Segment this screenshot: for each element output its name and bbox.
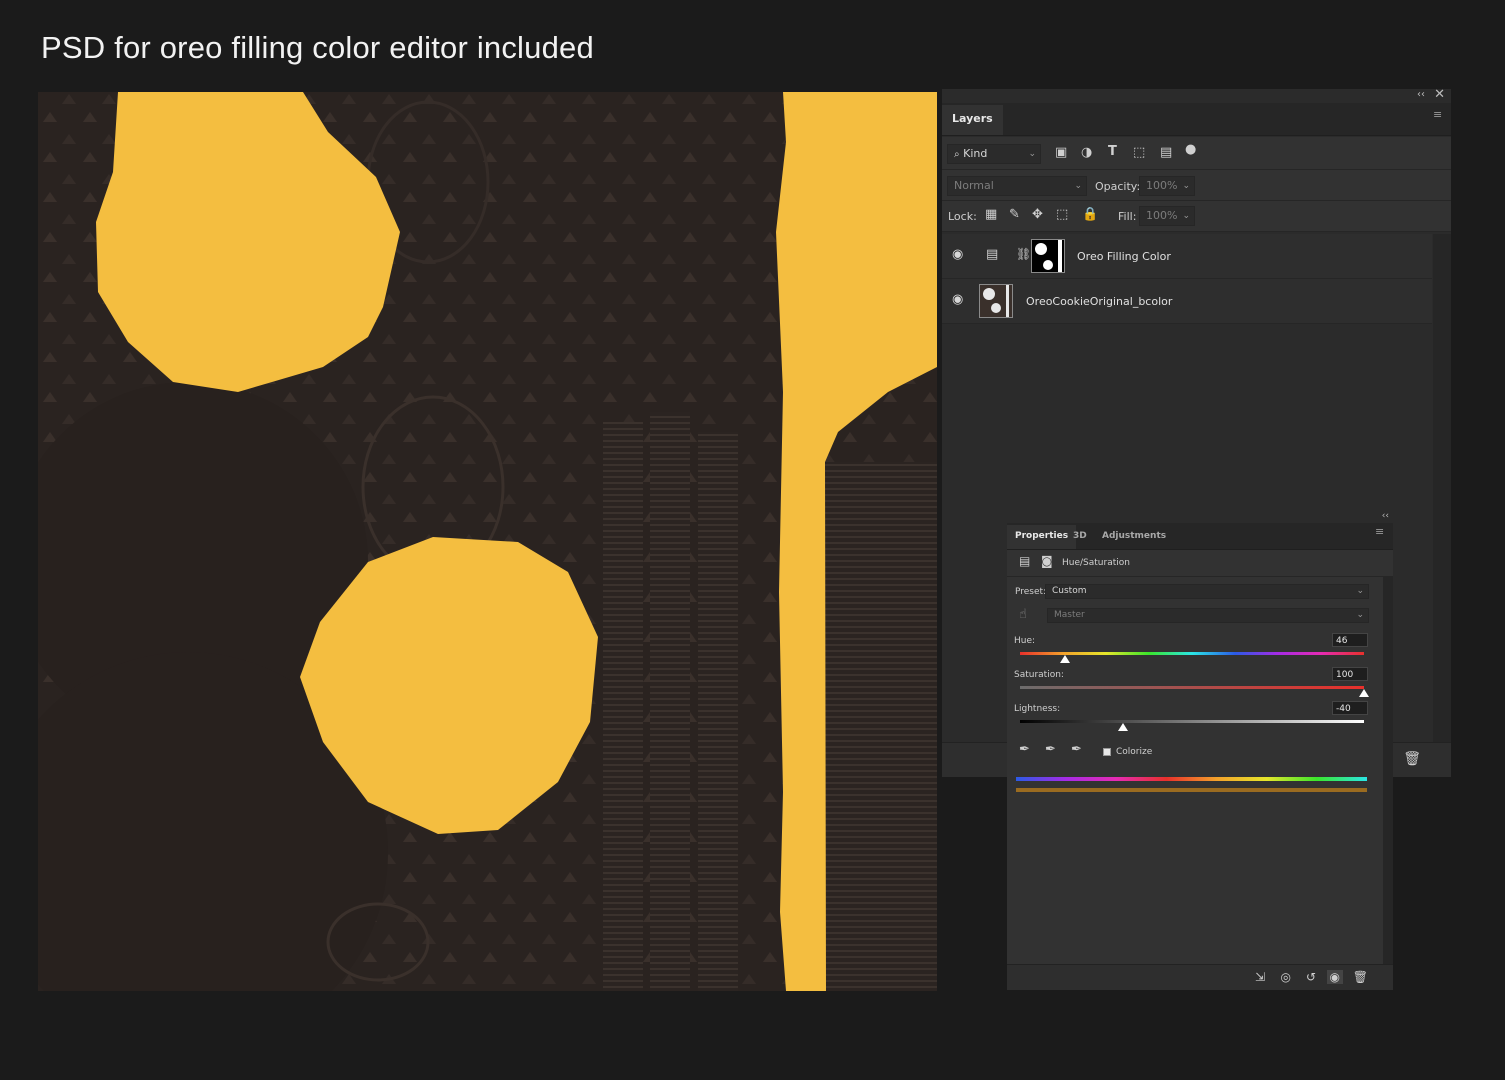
smart-object-filter-icon[interactable]: ▤ <box>1160 145 1172 160</box>
preset-value: Custom <box>1052 586 1087 596</box>
fill-field[interactable]: 100% ⌄ <box>1139 206 1195 226</box>
layer-mask-thumbnail[interactable] <box>1031 239 1065 273</box>
properties-bottom-bar: ⇲ ◎ ↺ ◉ 🗑 <box>1007 964 1393 990</box>
preset-dropdown[interactable]: Custom ⌄ <box>1045 584 1369 599</box>
adjustment-filter-icon[interactable]: ◑ <box>1081 145 1092 160</box>
lock-transparency-icon[interactable]: ▦ <box>985 207 997 222</box>
link-icon[interactable]: ⛓ <box>1016 247 1031 261</box>
tab-3d[interactable]: 3D <box>1065 525 1095 549</box>
collapse-icon[interactable]: ‹‹ <box>1382 511 1389 521</box>
output-color-bar <box>1016 788 1367 792</box>
document-canvas[interactable] <box>38 92 937 991</box>
saturation-slider-thumb[interactable] <box>1359 689 1369 697</box>
trash-icon[interactable]: 🗑 <box>1353 970 1368 984</box>
lightness-input[interactable]: -40 <box>1332 701 1368 715</box>
adjustment-name: Hue/Saturation <box>1062 558 1130 568</box>
chevron-down-icon: ⌄ <box>1182 181 1190 191</box>
layers-tab-row: Layers ≡ <box>942 103 1451 136</box>
lightness-label: Lightness: <box>1014 704 1061 714</box>
layer-row[interactable]: ◉ OreoCookieOriginal_bcolor <box>942 279 1432 324</box>
saturation-slider-track[interactable] <box>1020 686 1364 689</box>
opacity-value: 100% <box>1146 179 1178 192</box>
tab-adjustments[interactable]: Adjustments <box>1094 525 1174 549</box>
targeted-adjustment-hand-icon[interactable]: ☝ <box>1019 607 1027 622</box>
layers-panel-titlebar: ‹‹ ✕ <box>942 87 1451 103</box>
eye-icon[interactable]: ◉ <box>952 292 963 307</box>
blend-row: Normal ⌄ Opacity: 100% ⌄ <box>942 170 1451 201</box>
hue-saturation-icon: ▤ <box>986 247 999 262</box>
layer-filter-row: ⌕ Kind ⌄ ▣ ◑ T ⬚ ▤ ● <box>942 137 1451 170</box>
adjustment-header: ▤ ◙ Hue/Saturation <box>1007 550 1393 577</box>
filter-kind-dropdown[interactable]: ⌕ Kind ⌄ <box>947 144 1041 164</box>
eyedropper-subtract-icon[interactable]: ✒ <box>1071 742 1082 757</box>
adjustment-body: Preset: Custom ⌄ ☝ Master ⌄ Hue: 46 Satu… <box>1007 577 1393 965</box>
hue-slider-thumb[interactable] <box>1059 655 1070 663</box>
close-icon[interactable]: ✕ <box>1434 87 1445 102</box>
eyedropper-add-icon[interactable]: ✒ <box>1045 742 1056 757</box>
pixel-filter-icon[interactable]: ▣ <box>1055 145 1067 160</box>
clip-to-layer-icon[interactable]: ⇲ <box>1255 970 1265 984</box>
filter-toggle-icon[interactable]: ● <box>1185 142 1196 157</box>
shape-filter-icon[interactable]: ⬚ <box>1133 145 1145 160</box>
lock-row: Lock: ▦ ✎ ✥ ⬚ 🔒 Fill: 100% ⌄ <box>942 201 1451 232</box>
hue-input[interactable]: 46 <box>1332 633 1368 647</box>
panel-menu-icon[interactable]: ≡ <box>1375 526 1385 537</box>
layer-name: Oreo Filling Color <box>1077 250 1171 263</box>
layer-row[interactable]: ◉ ▤ ⛓ Oreo Filling Color <box>942 234 1432 279</box>
view-previous-state-icon[interactable]: ◎ <box>1281 970 1291 984</box>
hue-slider-track[interactable] <box>1020 652 1364 655</box>
mask-icon[interactable]: ◙ <box>1041 554 1053 568</box>
opacity-field[interactable]: 100% ⌄ <box>1139 176 1195 196</box>
chevron-down-icon: ⌄ <box>1028 149 1036 159</box>
trash-icon[interactable]: 🗑 <box>1403 751 1421 767</box>
filter-kind-value: Kind <box>963 147 988 160</box>
lock-position-icon[interactable]: ✥ <box>1032 207 1043 222</box>
blend-mode-dropdown[interactable]: Normal ⌄ <box>947 176 1087 196</box>
texture-preview <box>38 92 937 991</box>
collapse-icon[interactable]: ‹‹ <box>1417 89 1425 100</box>
saturation-label: Saturation: <box>1014 670 1064 680</box>
lock-label: Lock: <box>948 210 977 223</box>
panel-menu-icon[interactable]: ≡ <box>1433 109 1443 120</box>
layers-scrollbar[interactable] <box>1433 234 1451 754</box>
chevron-down-icon: ⌄ <box>1356 586 1364 596</box>
fill-value: 100% <box>1146 209 1178 222</box>
input-color-bar <box>1016 777 1367 781</box>
chevron-down-icon: ⌄ <box>1074 181 1082 191</box>
lightness-slider-thumb[interactable] <box>1118 723 1129 731</box>
type-filter-icon[interactable]: T <box>1108 144 1117 159</box>
fill-label: Fill: <box>1118 210 1137 223</box>
reset-icon[interactable]: ↺ <box>1306 970 1316 984</box>
lock-artboard-icon[interactable]: ⬚ <box>1056 207 1068 222</box>
page-headline: PSD for oreo filling color editor includ… <box>41 30 594 65</box>
hue-saturation-icon: ▤ <box>1019 554 1031 568</box>
eyedropper-icon[interactable]: ✒ <box>1019 742 1030 757</box>
lock-brush-icon[interactable]: ✎ <box>1009 207 1020 222</box>
eye-icon[interactable]: ◉ <box>952 247 963 262</box>
properties-tab-row: Properties 3D Adjustments ≡ <box>1007 523 1393 550</box>
blend-mode-value: Normal <box>954 179 994 192</box>
tab-layers[interactable]: Layers <box>942 105 1003 135</box>
properties-scrollbar[interactable] <box>1383 577 1393 965</box>
layer-name: OreoCookieOriginal_bcolor <box>1026 295 1173 308</box>
hue-label: Hue: <box>1014 636 1036 646</box>
saturation-input[interactable]: 100 <box>1332 667 1368 681</box>
colorize-label: Colorize <box>1116 747 1153 757</box>
preset-label: Preset: <box>1015 587 1047 597</box>
search-icon: ⌕ <box>954 149 960 160</box>
chevron-down-icon: ⌄ <box>1182 211 1190 221</box>
visibility-icon[interactable]: ◉ <box>1326 970 1343 984</box>
colorize-checkbox[interactable] <box>1103 748 1111 756</box>
chevron-down-icon: ⌄ <box>1356 610 1364 620</box>
channel-dropdown[interactable]: Master ⌄ <box>1047 608 1369 623</box>
channel-value: Master <box>1054 610 1085 620</box>
lock-all-icon[interactable]: 🔒 <box>1082 207 1098 222</box>
properties-titlebar: ‹‹ <box>1007 511 1393 523</box>
properties-panel: ‹‹ Properties 3D Adjustments ≡ ▤ ◙ Hue/S… <box>1007 511 1393 990</box>
lightness-slider-track[interactable] <box>1020 720 1364 723</box>
opacity-label: Opacity: <box>1095 180 1141 193</box>
layer-thumbnail[interactable] <box>979 284 1013 318</box>
